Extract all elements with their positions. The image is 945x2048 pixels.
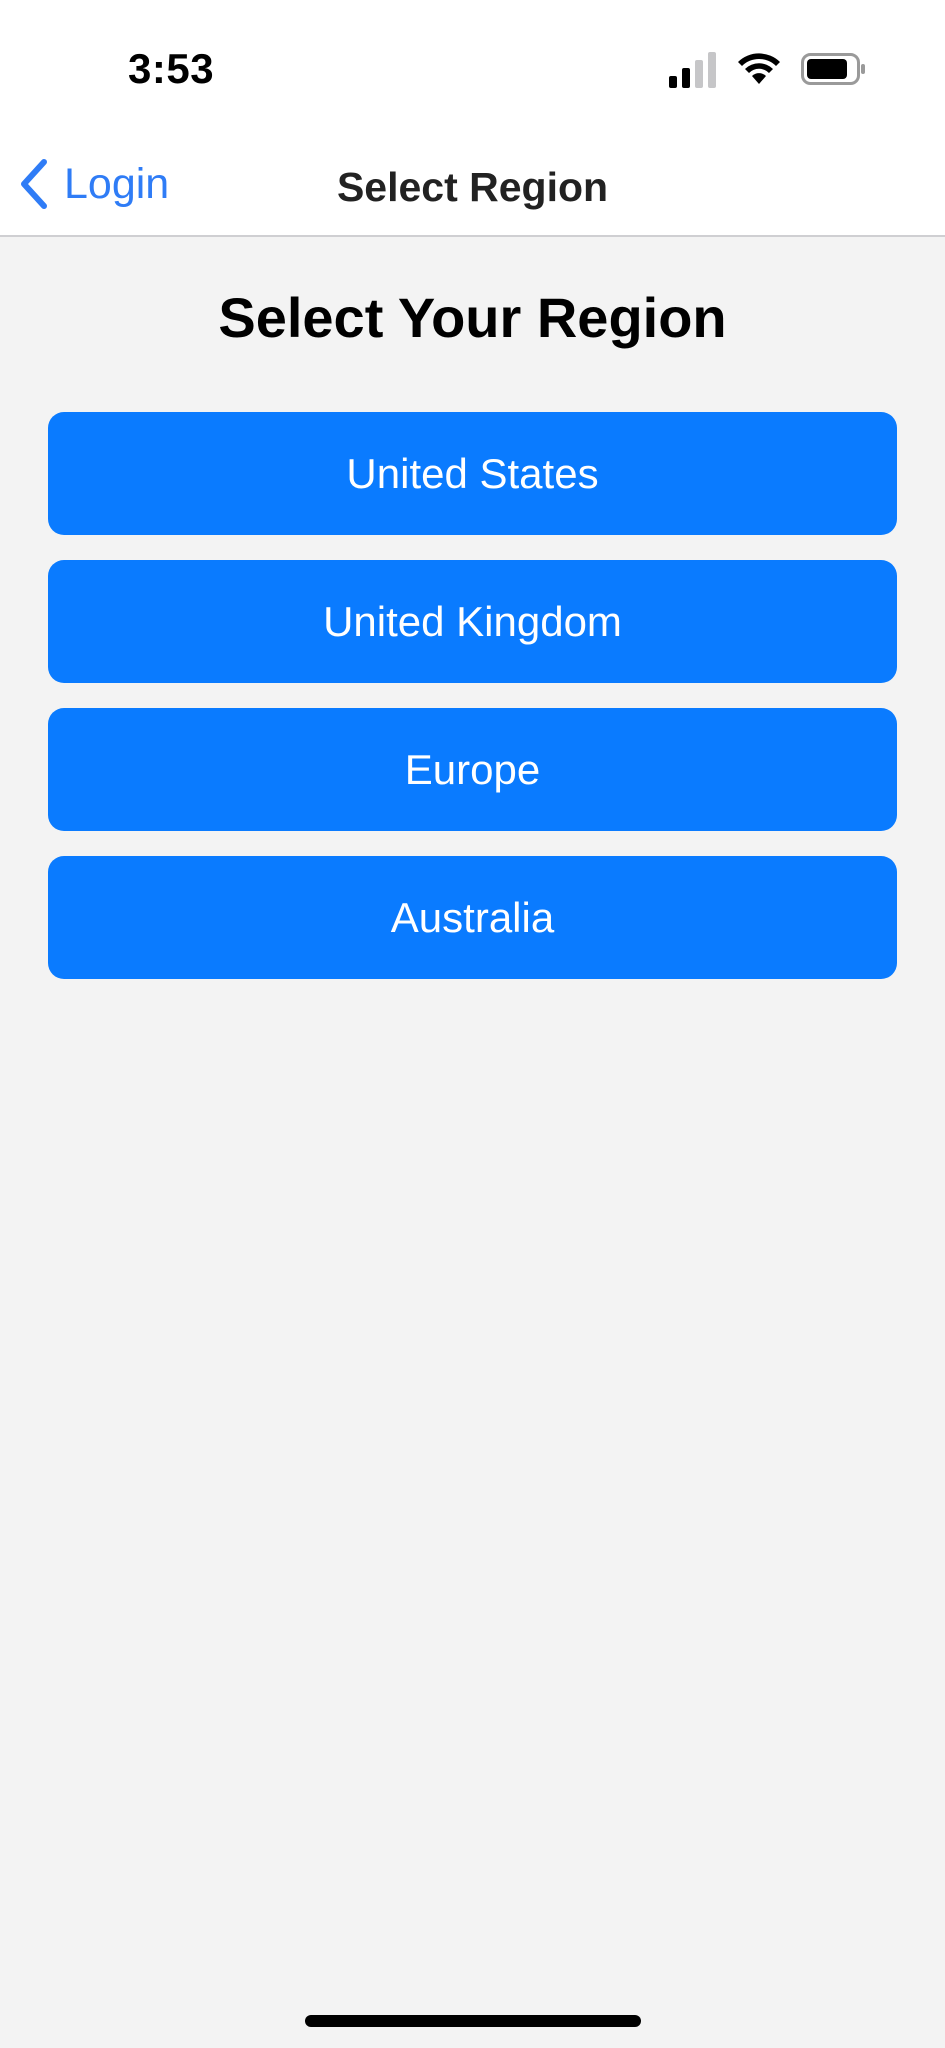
cellular-signal-icon (669, 52, 716, 88)
region-button-australia[interactable]: Australia (48, 856, 897, 979)
region-list: United States United Kingdom Europe Aust… (48, 412, 897, 1004)
status-time: 3:53 (128, 45, 215, 92)
region-button-united-states[interactable]: United States (48, 412, 897, 535)
page-title: Select Your Region (218, 286, 727, 349)
region-button-united-kingdom[interactable]: United Kingdom (48, 560, 897, 683)
home-indicator (305, 2015, 641, 2027)
nav-title: Select Region (336, 164, 609, 210)
region-button-europe[interactable]: Europe (48, 708, 897, 831)
status-icons (669, 50, 867, 88)
wifi-icon (738, 53, 780, 84)
top-bar: 3:53 Login Select Region (0, 0, 945, 237)
battery-icon (801, 53, 865, 85)
